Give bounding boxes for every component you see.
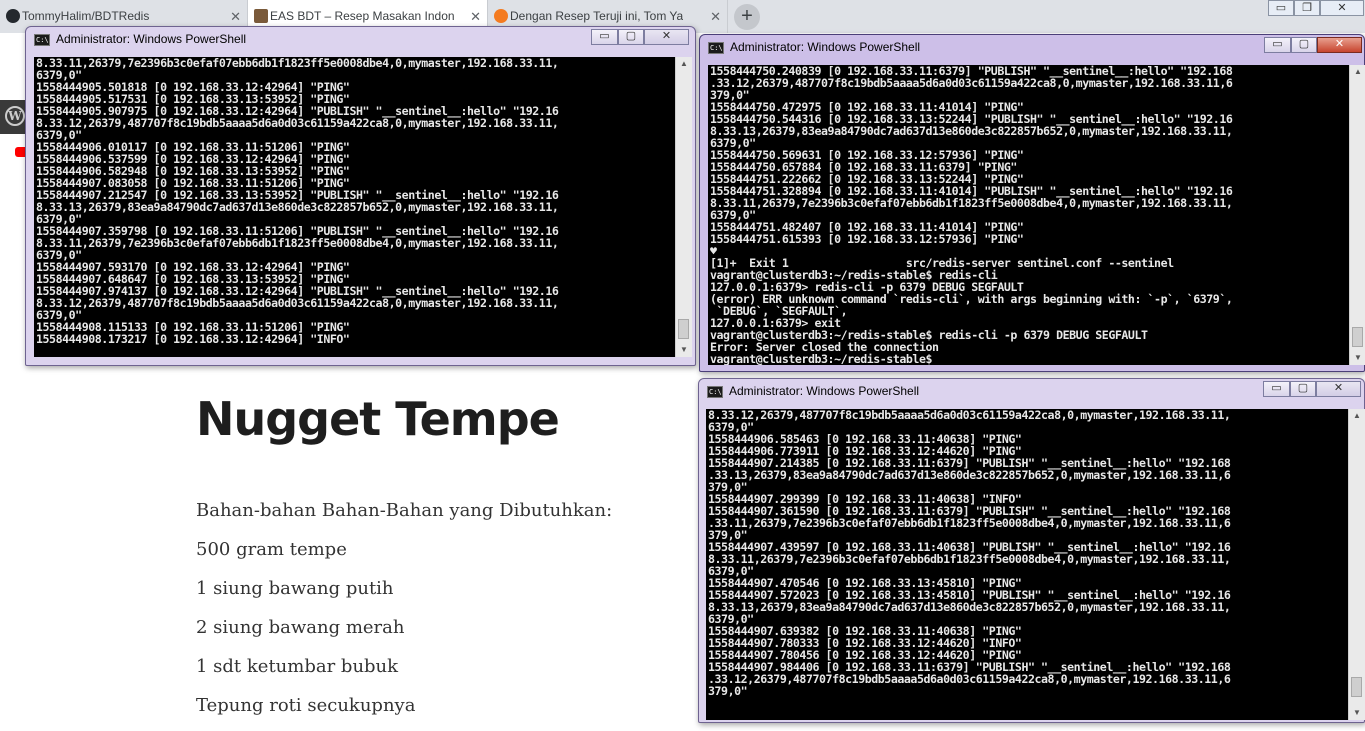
window-title: Administrator: Windows PowerShell <box>56 32 247 46</box>
powershell-icon: C:\ <box>34 34 50 46</box>
browser-maximize-button[interactable]: ❐ <box>1294 0 1320 16</box>
close-button[interactable]: ✕ <box>644 29 689 45</box>
ingredient-list: Bahan-bahan Bahan-Bahan yang Dibutuhkan:… <box>196 497 612 731</box>
window-titlebar[interactable]: C:\ Administrator: Windows PowerShell ▭ … <box>699 379 1364 405</box>
console-line: 8.33.11,26379,7e2396b3c0efaf07ebb6db1f18… <box>36 57 559 70</box>
scroll-thumb[interactable] <box>1352 327 1363 347</box>
vertical-scrollbar[interactable]: ▲ ▼ <box>1348 409 1365 720</box>
scroll-up-icon[interactable]: ▲ <box>676 57 692 71</box>
ingredient-item: 2 siung bawang merah <box>196 617 405 638</box>
console-line: 8.33.12,26379,487707f8c19bdb5aaaa5d6a0d0… <box>36 116 559 130</box>
console-line: 8.33.12,26379,487707f8c19bdb5aaaa5d6a0d0… <box>36 296 559 310</box>
site-favicon-icon <box>494 9 508 23</box>
browser-close-button[interactable]: ✕ <box>1320 0 1364 16</box>
window-titlebar[interactable]: C:\ Administrator: Windows PowerShell ▭ … <box>700 35 1364 61</box>
browser-minimize-button[interactable]: ▭ <box>1268 0 1294 16</box>
scroll-down-icon[interactable]: ▼ <box>676 343 692 357</box>
maximize-button[interactable]: ▢ <box>618 29 644 45</box>
window-title: Administrator: Windows PowerShell <box>730 40 921 54</box>
new-tab-button[interactable]: + <box>734 4 760 30</box>
console-line: 8.33.11,26379,7e2396b3c0efaf07ebb6db1f18… <box>708 552 1231 566</box>
console-line: vagrant@clusterdb3:~/redis-stable$ <box>710 352 939 365</box>
console-line: .33.12,26379,487707f8c19bdb5aaaa5d6a0d03… <box>708 672 1231 686</box>
scroll-down-icon[interactable]: ▼ <box>1350 351 1365 365</box>
console-output[interactable]: 8.33.11,26379,7e2396b3c0efaf07ebb6db1f18… <box>34 57 675 357</box>
window-titlebar[interactable]: C:\ Administrator: Windows PowerShell ▭ … <box>26 27 695 53</box>
powershell-window-3[interactable]: C:\ Administrator: Windows PowerShell ▭ … <box>698 378 1365 723</box>
vertical-scrollbar[interactable]: ▲ ▼ <box>1349 65 1365 365</box>
console-text: 1558444750.240839 [0 192.168.33.11:6379]… <box>708 65 1349 365</box>
console-text: 8.33.11,26379,7e2396b3c0efaf07ebb6db1f18… <box>34 57 675 345</box>
minimize-button[interactable]: ▭ <box>1264 37 1291 53</box>
console-line: 8.33.11,26379,7e2396b3c0efaf07ebb6db1f18… <box>710 196 1233 210</box>
console-line: 8.33.12,26379,487707f8c19bdb5aaaa5d6a0d0… <box>708 409 1231 422</box>
console-output[interactable]: 1558444750.240839 [0 192.168.33.11:6379]… <box>708 65 1349 365</box>
powershell-icon: C:\ <box>708 42 724 54</box>
scroll-down-icon[interactable]: ▼ <box>1349 706 1365 720</box>
ingredient-heading: Bahan-bahan Bahan-Bahan yang Dibutuhkan: <box>196 500 613 521</box>
console-line: 8.33.11,26379,7e2396b3c0efaf07ebb6db1f18… <box>36 236 559 250</box>
console-output[interactable]: 8.33.12,26379,487707f8c19bdb5aaaa5d6a0d0… <box>706 409 1348 720</box>
console-line: .33.12,26379,487707f8c19bdb5aaaa5d6a0d03… <box>710 76 1233 90</box>
site-favicon-icon <box>254 9 268 23</box>
console-line: 379,0" <box>708 684 748 698</box>
minimize-button[interactable]: ▭ <box>1263 381 1290 397</box>
maximize-button[interactable]: ▢ <box>1290 381 1316 397</box>
tab-close-icon[interactable]: ✕ <box>710 0 721 33</box>
console-line: 1558444751.615393 [0 192.168.33.12:57936… <box>710 232 1024 246</box>
ingredient-item: 1 sdt ketumbar bubuk <box>196 656 399 677</box>
console-text: 8.33.12,26379,487707f8c19bdb5aaaa5d6a0d0… <box>706 409 1348 697</box>
powershell-window-1[interactable]: C:\ Administrator: Windows PowerShell ▭ … <box>25 26 696 366</box>
close-button[interactable]: ✕ <box>1317 37 1362 53</box>
scroll-thumb[interactable] <box>678 319 689 339</box>
ingredient-item: Tepung roti secukupnya <box>196 695 416 716</box>
minimize-button[interactable]: ▭ <box>591 29 618 45</box>
scroll-thumb[interactable] <box>1351 677 1362 697</box>
scroll-up-icon[interactable]: ▲ <box>1350 65 1365 79</box>
close-button[interactable]: ✕ <box>1316 381 1361 397</box>
ingredient-item: 1 siung bawang putih <box>196 578 394 599</box>
github-icon <box>6 9 20 23</box>
console-line: 8.33.13,26379,83ea9a84790dc7ad637d13e860… <box>36 200 559 214</box>
vertical-scrollbar[interactable]: ▲ ▼ <box>675 57 692 357</box>
console-line: .33.13,26379,83ea9a84790dc7ad637d13e860d… <box>708 468 1231 482</box>
console-line: .33.11,26379,7e2396b3c0efaf07ebb6db1f182… <box>708 516 1231 530</box>
powershell-icon: C:\ <box>707 386 723 398</box>
console-line: 8.33.13,26379,83ea9a84790dc7ad637d13e860… <box>708 600 1231 614</box>
maximize-button[interactable]: ▢ <box>1291 37 1317 53</box>
scroll-up-icon[interactable]: ▲ <box>1349 409 1365 423</box>
console-line: 8.33.13,26379,83ea9a84790dc7ad637d13e860… <box>710 124 1233 138</box>
powershell-window-2[interactable]: C:\ Administrator: Windows PowerShell ▭ … <box>699 34 1365 372</box>
ingredient-item: 500 gram tempe <box>196 539 347 560</box>
wordpress-icon[interactable]: W <box>5 106 25 126</box>
page-title: Nugget Tempe <box>196 392 560 446</box>
console-line: 1558444908.173217 [0 192.168.33.12:42964… <box>36 332 350 346</box>
window-title: Administrator: Windows PowerShell <box>729 384 920 398</box>
